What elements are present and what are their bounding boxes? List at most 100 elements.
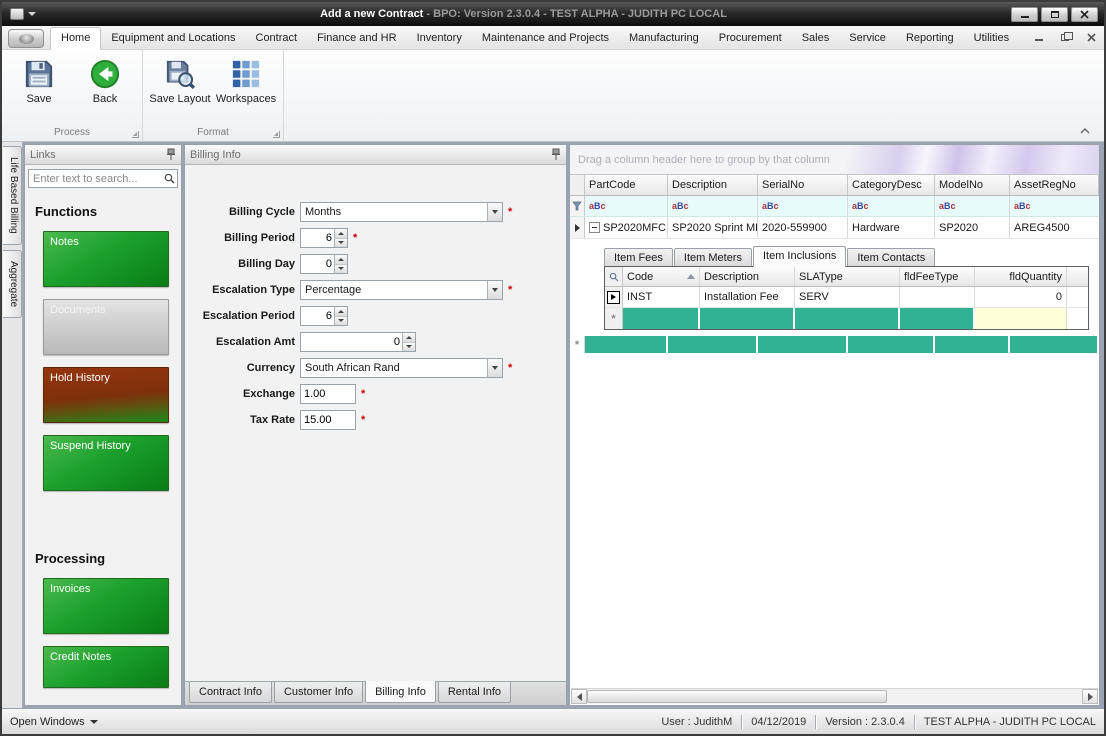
filter-type-abc-icon[interactable]: aBc [1014,202,1031,211]
column-header-modelno[interactable]: ModelNo [935,175,1010,195]
tab-item-meters[interactable]: Item Meters [674,248,752,266]
detail-column-code[interactable]: Code [623,267,700,286]
cell-partcode[interactable]: SP2020MFC [585,217,668,238]
notes-button[interactable]: Notes [43,231,169,287]
column-header-partcode[interactable]: PartCode [585,175,668,195]
new-cell-modelno[interactable] [935,336,1010,353]
ribbon-tab-equipment-and-locations[interactable]: Equipment and Locations [101,28,245,49]
detail-column-fldfeetype[interactable]: fldFeeType [900,267,975,286]
dropdown-arrow-icon[interactable] [487,359,502,377]
spin-down-icon[interactable] [335,316,347,326]
close-button[interactable] [1071,7,1098,22]
suspend-history-button[interactable]: Suspend History [43,435,169,491]
billing-day-input[interactable] [301,255,334,273]
detail-cell-code[interactable]: INST [623,287,700,307]
exchange-input[interactable] [300,384,356,404]
pin-icon[interactable] [551,148,561,161]
detail-cell-fldquantity[interactable]: 0 [975,287,1067,307]
cell-assetregno[interactable]: AREG4500 [1010,217,1099,238]
detail-cell-description[interactable]: Installation Fee [700,287,795,307]
back-button[interactable]: Back [74,55,136,109]
spin-up-icon[interactable] [335,229,347,238]
detail-cell-fldfeetype[interactable] [900,287,975,307]
filter-type-abc-icon[interactable]: aBc [762,202,779,211]
tab-item-contacts[interactable]: Item Contacts [847,248,935,266]
cell-description[interactable]: SP2020 Sprint MFC [668,217,758,238]
application-menu-button[interactable] [8,29,44,48]
ribbon-tab-utilities[interactable]: Utilities [964,28,1019,49]
escalation-type-combo[interactable]: Percentage [300,280,503,300]
search-icon[interactable] [161,173,177,184]
format-dialog-launcher-icon[interactable] [273,131,280,138]
tab-customer-info[interactable]: Customer Info [274,682,363,703]
grid-new-row[interactable]: * [570,336,1099,353]
minimize-button[interactable] [1011,7,1038,22]
currency-combo[interactable]: South African Rand [300,358,503,378]
filter-cell-assetregno[interactable]: aBc [1010,196,1099,216]
ribbon-tab-manufacturing[interactable]: Manufacturing [619,28,709,49]
column-header-serialno[interactable]: SerialNo [758,175,848,195]
scroll-left-button[interactable] [571,689,587,704]
maximize-button[interactable] [1041,7,1068,22]
cell-serialno[interactable]: 2020-559900 [758,217,848,238]
tab-item-inclusions[interactable]: Item Inclusions [753,246,846,267]
detail-column-fldquantity[interactable]: fldQuantity [975,267,1067,286]
column-header-assetregno[interactable]: AssetRegNo [1010,175,1099,195]
ribbon-tab-sales[interactable]: Sales [792,28,840,49]
filter-cell-modelno[interactable]: aBc [935,196,1010,216]
side-tab-life-based-billing[interactable]: Life Based Billing [3,146,22,245]
scroll-right-button[interactable] [1082,689,1098,704]
cell-categorydesc[interactable]: Hardware [848,217,935,238]
tab-rental-info[interactable]: Rental Info [438,682,511,703]
save-button[interactable]: Save [8,55,70,109]
tab-billing-info[interactable]: Billing Info [365,681,436,703]
spin-up-icon[interactable] [335,307,347,316]
billing-period-input[interactable] [301,229,334,247]
ribbon-tab-home[interactable]: Home [50,27,101,50]
detail-new-cell-fldfeetype[interactable] [900,308,975,329]
invoices-button[interactable]: Invoices [43,578,169,634]
grid-data-row[interactable]: SP2020MFC SP2020 Sprint MFC 2020-559900 … [570,217,1099,239]
cell-modelno[interactable]: SP2020 [935,217,1010,238]
filter-cell-categorydesc[interactable]: aBc [848,196,935,216]
detail-new-cell-slatype[interactable] [795,308,900,329]
dropdown-arrow-icon[interactable] [487,281,502,299]
detail-new-cell-description[interactable] [700,308,795,329]
spin-down-icon[interactable] [335,238,347,248]
ribbon-minimize-button[interactable] [1030,30,1048,44]
ribbon-tab-maintenance-and-projects[interactable]: Maintenance and Projects [472,28,619,49]
scrollbar-thumb[interactable] [587,690,887,703]
spin-up-icon[interactable] [335,255,347,264]
filter-cell-partcode[interactable]: aBc [585,196,668,216]
spin-down-icon[interactable] [403,342,415,352]
ribbon-close-button[interactable] [1082,30,1100,44]
hold-history-button[interactable]: Hold History [43,367,169,423]
workspaces-button[interactable]: Workspaces [215,55,277,109]
new-cell-assetregno[interactable] [1010,336,1099,353]
spin-down-icon[interactable] [335,264,347,274]
column-header-categorydesc[interactable]: CategoryDesc [848,175,935,195]
detail-new-row[interactable]: * [605,308,1088,329]
new-cell-partcode[interactable] [585,336,668,353]
detail-cell-slatype[interactable]: SERV [795,287,900,307]
detail-new-cell-fldquantity[interactable] [975,308,1067,329]
ribbon-tab-inventory[interactable]: Inventory [407,28,472,49]
pin-icon[interactable] [166,148,176,161]
detail-column-description[interactable]: Description [700,267,795,286]
tax-rate-input[interactable] [300,410,356,430]
filter-cell-description[interactable]: aBc [668,196,758,216]
filter-type-abc-icon[interactable]: aBc [589,202,606,211]
column-header-description[interactable]: Description [668,175,758,195]
search-icon[interactable] [609,272,619,282]
open-windows-button[interactable]: Open Windows [10,716,98,728]
filter-type-abc-icon[interactable]: aBc [852,202,869,211]
billing-cycle-combo[interactable]: Months [300,202,503,222]
tab-item-fees[interactable]: Item Fees [604,248,673,266]
detail-new-cell-code[interactable] [623,308,700,329]
escalation-amt-input[interactable] [301,333,402,351]
side-tab-aggregate[interactable]: Aggregate [3,250,22,318]
detail-data-row[interactable]: INST Installation Fee SERV 0 [605,287,1088,308]
new-cell-serialno[interactable] [758,336,848,353]
links-search-input[interactable] [29,173,161,185]
credit-notes-button[interactable]: Credit Notes [43,646,169,688]
